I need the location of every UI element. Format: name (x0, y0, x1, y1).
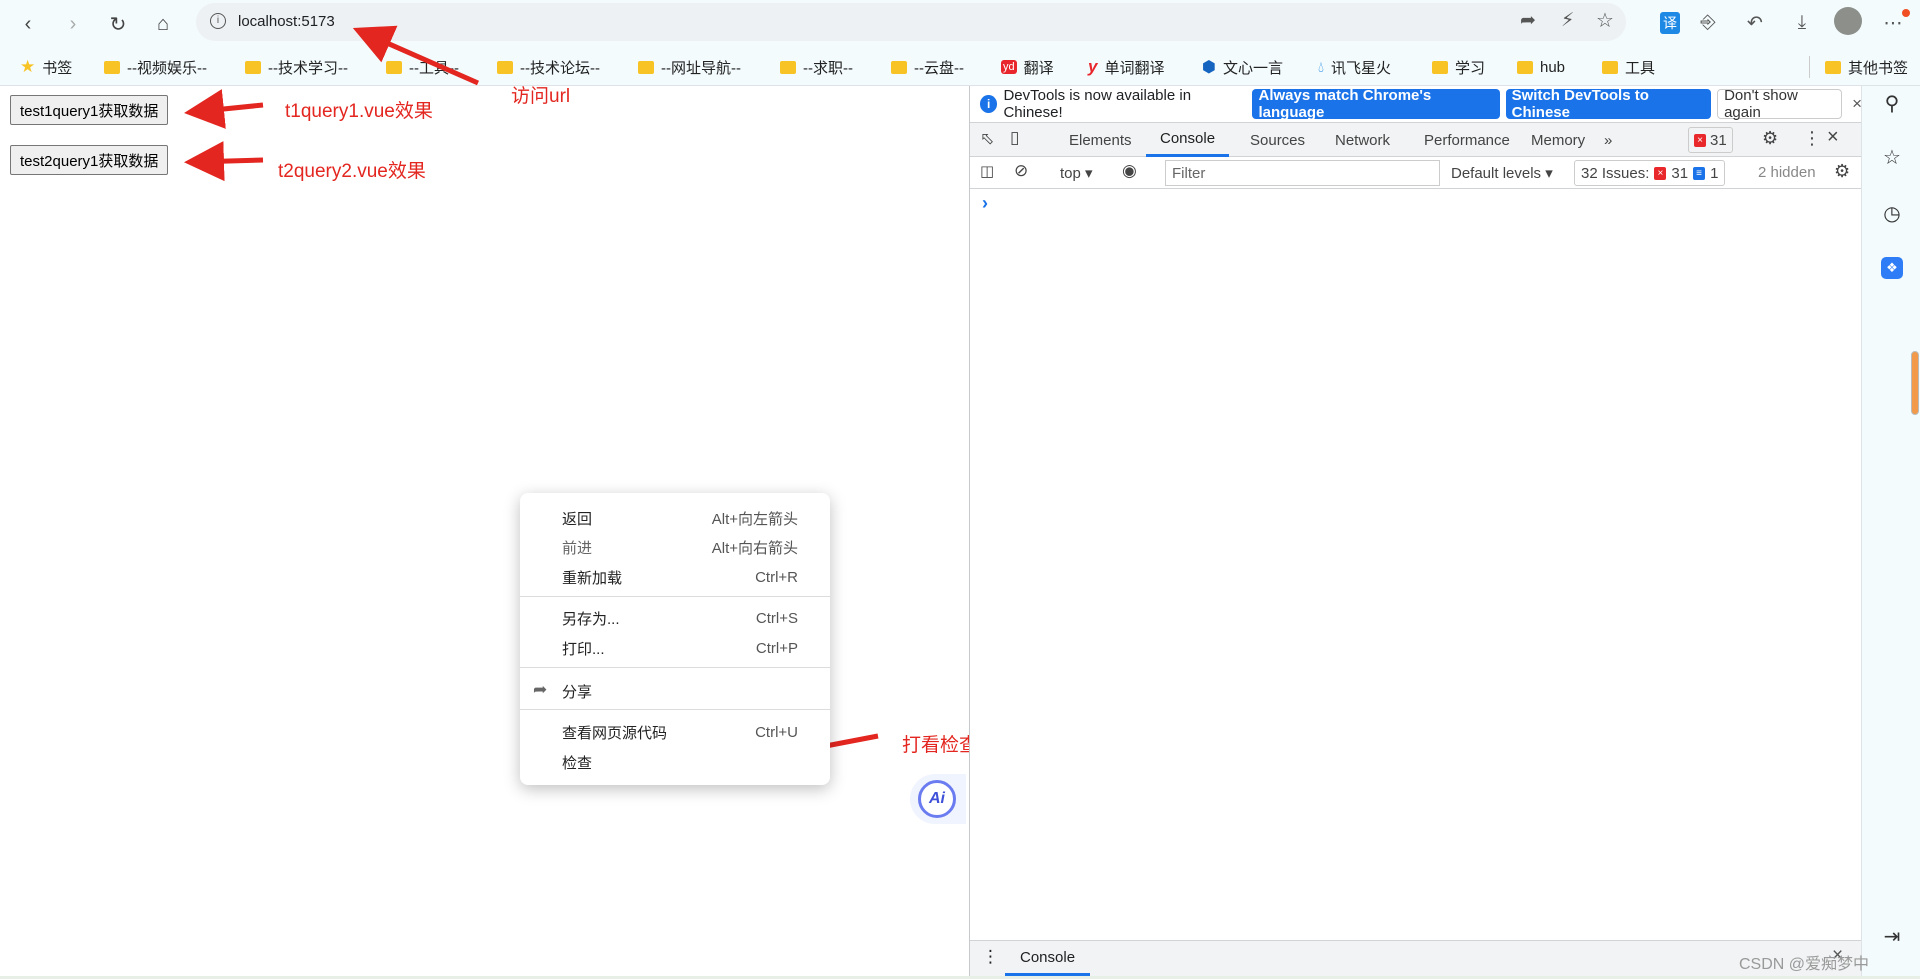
error-count-badge[interactable]: × 31 (1688, 127, 1733, 153)
inspect-element-icon[interactable]: ⬁ (980, 129, 994, 149)
menu-item-inspect[interactable]: 检查 (520, 748, 830, 776)
levels-value: Default levels (1451, 165, 1542, 182)
arrow-t2 (184, 141, 264, 182)
menu-shortcut: Ctrl+P (755, 639, 798, 657)
menu-separator (520, 667, 830, 668)
filter-input[interactable]: Filter (1165, 160, 1440, 186)
menu-separator (520, 596, 830, 597)
menu-label: 前进 (562, 539, 593, 557)
console-prompt[interactable]: › (982, 193, 988, 214)
menu-shortcut: Alt+向左箭头 (711, 510, 798, 528)
issues-label: 32 Issues: (1581, 164, 1650, 182)
device-toolbar-icon[interactable]: ▯ (1010, 128, 1019, 148)
drawer-menu-icon[interactable]: ⋮ (982, 947, 999, 967)
menu-separator (520, 709, 830, 710)
arrow-t1 (184, 89, 264, 129)
menu-shortcut: Alt+向右箭头 (711, 539, 798, 557)
kebab-menu-icon[interactable]: ⋮ (1803, 128, 1821, 149)
csdn-watermark: CSDN @爱痴梦中 (1739, 956, 1870, 973)
favorites-star-icon[interactable]: ☆ (1878, 143, 1906, 171)
menu-item-back[interactable]: 返回 Alt+向左箭头 (520, 504, 830, 532)
devtools-language-infobar: i DevTools is now available in Chinese! … (970, 86, 1862, 123)
devtools-drawer: ⋮ Console × (970, 940, 1862, 976)
error-icon: × (1654, 166, 1667, 180)
info-message: DevTools is now available in Chinese! (1003, 87, 1192, 121)
menu-item-share[interactable]: 分享 (520, 677, 830, 705)
more-tabs-button[interactable]: » (1590, 123, 1626, 157)
menu-shortcut: Ctrl+U (755, 723, 798, 741)
menu-item-reload[interactable]: 重新加载 Ctrl+R (520, 563, 830, 591)
info-icon: i (980, 95, 998, 113)
context-value: top (1060, 165, 1081, 182)
history-clock-icon[interactable]: ◷ (1878, 199, 1906, 227)
context-menu: 返回 Alt+向左箭头 前进 Alt+向右箭头 重新加载 Ctrl+R 另存为... C… (520, 493, 830, 785)
expand-panel-icon[interactable]: ⇥ (1878, 922, 1906, 950)
menu-label: 查看网页源代码 (562, 724, 668, 742)
tab-memory[interactable]: Memory (1517, 123, 1599, 157)
menu-item-forward[interactable]: 前进 Alt+向右箭头 (520, 533, 830, 561)
clear-console-icon[interactable]: ⊘ (1014, 161, 1028, 181)
menu-label: 打印... (562, 640, 605, 658)
error-icon: × (1694, 133, 1706, 147)
devtools-panel: i DevTools is now available in Chinese! … (969, 86, 1862, 976)
menu-label: 检查 (562, 754, 593, 772)
sidebar-toggle-icon[interactable]: ◫ (980, 162, 994, 180)
menu-shortcut: Ctrl+S (755, 609, 798, 627)
tab-elements[interactable]: Elements (1055, 123, 1146, 157)
eye-icon[interactable]: ◉ (1122, 161, 1137, 181)
tab-console[interactable]: Console (1146, 123, 1230, 157)
dont-show-again-button[interactable]: Don't show again (1717, 87, 1843, 121)
app-extension-icon[interactable]: ❖ (1881, 257, 1903, 279)
context-select[interactable]: top ▾ (1060, 164, 1093, 182)
switch-to-chinese-button[interactable]: Switch DevTools to Chinese (1505, 87, 1712, 121)
search-icon[interactable]: ⚲ (1878, 89, 1906, 117)
menu-label: 重新加载 (562, 569, 623, 587)
share-icon: ➦ (533, 680, 548, 699)
tab-sources[interactable]: Sources (1236, 123, 1319, 157)
hidden-count: 2 hidden (1758, 164, 1816, 181)
issues-button[interactable]: 32 Issues: × 31 ≡ 1 (1574, 160, 1726, 186)
drawer-tab-console[interactable]: Console (1005, 941, 1091, 976)
menu-label: 另存为... (562, 610, 620, 628)
browser-side-panel: ⚲ ☆ ◷ ❖ ⇥ (1861, 86, 1920, 976)
issues-error-count: 31 (1671, 164, 1689, 182)
settings-gear-icon[interactable]: ⚙ (1762, 128, 1778, 149)
tab-network[interactable]: Network (1321, 123, 1404, 157)
log-levels-select[interactable]: Default levels ▾ (1451, 164, 1553, 182)
menu-label: 返回 (562, 510, 593, 528)
menu-shortcut: Ctrl+R (755, 568, 798, 586)
error-count: 31 (1710, 131, 1727, 149)
close-devtools-icon[interactable]: × (1827, 126, 1839, 149)
menu-item-save-as[interactable]: 另存为... Ctrl+S (520, 604, 830, 632)
scrollbar-handle[interactable] (1911, 351, 1919, 415)
menu-item-view-source[interactable]: 查看网页源代码 Ctrl+U (520, 718, 830, 746)
menu-label: 分享 (562, 683, 593, 701)
tab-performance[interactable]: Performance (1410, 123, 1524, 157)
always-match-language-button[interactable]: Always match Chrome's language (1252, 87, 1500, 121)
devtools-tabs: ⬁ ▯ Elements Console Sources Network Per… (970, 123, 1862, 157)
console-settings-icon[interactable]: ⚙ (1834, 161, 1850, 182)
arrow-url (352, 25, 480, 86)
console-toolbar: ◫ ⊘ top ▾ ◉ Filter Default levels ▾ 32 I… (970, 157, 1862, 189)
info-message-icon: ≡ (1693, 166, 1706, 180)
issues-info-count: 1 (1710, 164, 1719, 182)
menu-item-print[interactable]: 打印... Ctrl+P (520, 634, 830, 662)
